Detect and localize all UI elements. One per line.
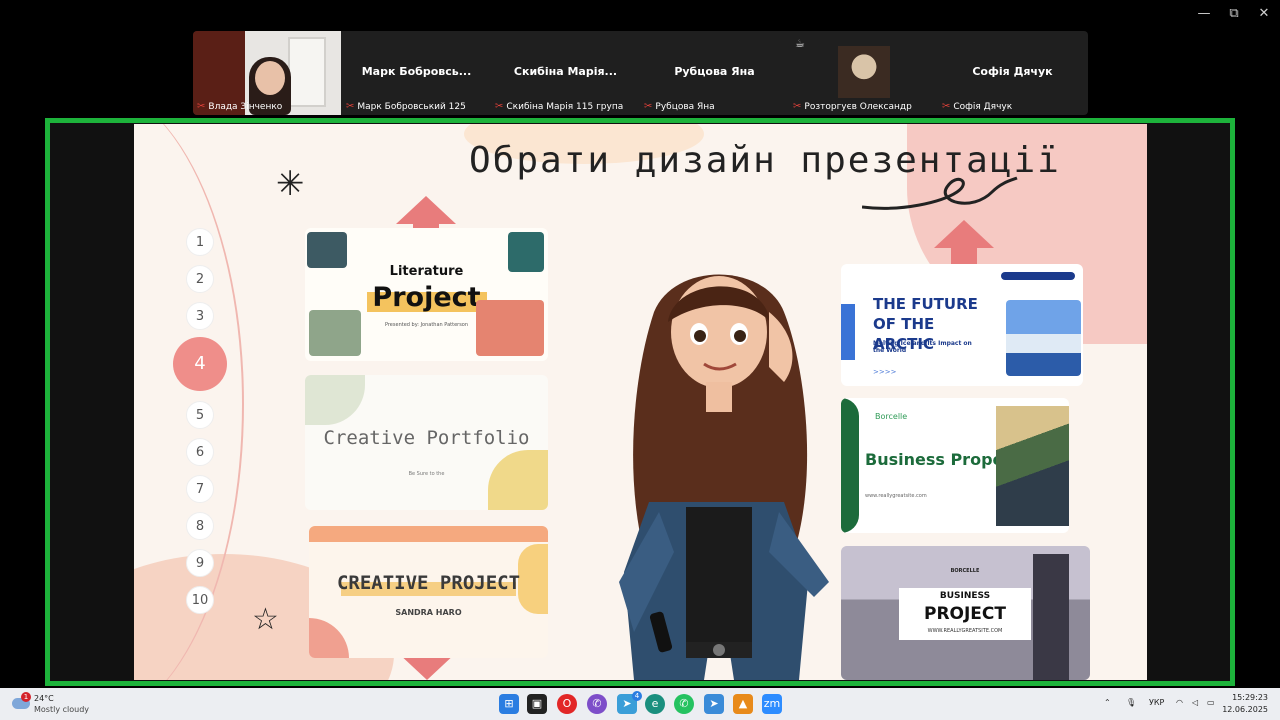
slide-number[interactable]: 5 — [186, 401, 214, 429]
swirl-decoration — [862, 176, 1018, 210]
volume-icon[interactable]: ◁ — [1192, 698, 1198, 707]
slide-number-active[interactable]: 4 — [173, 337, 227, 391]
mic-muted-icon: ✂ — [346, 101, 355, 112]
participant-label: ✂ Скибіна Марія 115 група — [495, 101, 624, 112]
weather-temp: 24°C — [34, 694, 54, 703]
arctic-photo — [1006, 300, 1081, 376]
mic-muted-icon: ✂ — [495, 101, 504, 112]
participant-tile[interactable]: ✂ Влада Зінченко — [193, 31, 342, 115]
participant-tile[interactable]: Рубцова Яна ✂ Рубцова Яна — [640, 31, 789, 115]
card-title: PROJECT — [923, 604, 1006, 624]
microphone-icon[interactable]: 🎙 — [1126, 698, 1136, 707]
whatsapp-icon[interactable]: ✆ — [674, 694, 694, 714]
screen: — ⧉ ✕ ✂ Влада Зінченко Марк Бобровсь... ✂… — [0, 0, 1280, 720]
slide-number[interactable]: 9 — [186, 549, 214, 577]
zoom-icon[interactable]: zm — [762, 694, 782, 714]
open-book-icon — [476, 300, 544, 356]
card-subtitle: WWW.REALLYGREATSITE.COM — [927, 628, 1003, 634]
mic-muted-icon: ✂ — [942, 101, 951, 112]
presentation-slide: Обрати дизайн презентації ✳ ☆ 1 2 3 4 5 … — [134, 124, 1147, 680]
books-icon — [508, 232, 544, 272]
card-subtitle: www.reallygreatsite.com — [865, 493, 927, 499]
maximize-button[interactable]: ⧉ — [1219, 6, 1249, 21]
weather-widget[interactable]: 1 24°C Mostly cloudy — [12, 692, 122, 716]
participant-name: Марк Бобровсь... — [361, 65, 472, 78]
task-view-icon[interactable]: ▣ — [527, 694, 547, 714]
mic-muted-icon: ✂ — [793, 101, 802, 112]
windows-taskbar: 1 24°C Mostly cloudy ⊞ ▣ O ✆ ➤ 4 e ✆ ➤ ▲… — [0, 688, 1280, 720]
creative-portfolio-template[interactable]: Creative Portfolio Be Sure to the — [305, 375, 548, 510]
card-subtitle: Melting Ice and Its Impact on the World — [873, 340, 972, 354]
telegram-desktop-icon[interactable]: ➤ — [704, 694, 724, 714]
participant-label: ✂ Софія Дячук — [942, 101, 1013, 112]
battery-icon[interactable]: ▭ — [1207, 698, 1215, 707]
mic-muted-icon: ✂ — [644, 101, 653, 112]
opera-icon[interactable]: O — [557, 694, 577, 714]
viber-icon[interactable]: ✆ — [587, 694, 607, 714]
literature-project-template[interactable]: Literature Project Presented by: Jonatha… — [305, 228, 548, 361]
participant-label: ✂ Розторгуєв Олександр — [793, 101, 912, 112]
slide-number[interactable]: 7 — [186, 475, 214, 503]
business-proposal-template[interactable]: Borcelle Business Proposal www.reallygre… — [841, 398, 1069, 533]
card-logo: Borcelle — [875, 412, 908, 421]
clock-time: 15:29:23 — [1232, 693, 1268, 702]
chevron-up-icon[interactable]: ⌃ — [1104, 698, 1111, 707]
card-subtitle: Be Sure to the — [408, 471, 445, 477]
telegram-badge: 4 — [632, 691, 642, 701]
participants-strip: ✂ Влада Зінченко Марк Бобровсь... ✂ Марк Б… — [193, 31, 1088, 115]
weather-desc: Mostly cloudy — [34, 705, 89, 714]
app-icon[interactable]: ▲ — [733, 694, 753, 714]
card-title: Creative Portfolio — [323, 427, 530, 449]
star-decoration: ☆ — [252, 602, 279, 637]
edge-icon[interactable]: e — [645, 694, 665, 714]
arrow-up-icon — [396, 196, 456, 224]
books-icon — [307, 232, 347, 268]
card-subtitle: SANDRA HARO — [395, 608, 462, 617]
participant-tile[interactable]: Марк Бобровсь... ✂ Марк Бобровський 125 — [342, 31, 491, 115]
close-button[interactable]: ✕ — [1249, 6, 1279, 21]
participant-tile[interactable]: Скибіна Марія... ✂ Скибіна Марія 115 груп… — [491, 31, 640, 115]
clock-date: 12.06.2025 — [1222, 705, 1268, 714]
system-clock[interactable]: 15:29:23 12.06.2025 — [1222, 692, 1268, 716]
slide-number[interactable]: 3 — [186, 302, 214, 330]
participant-label: ✂ Марк Бобровський 125 — [346, 101, 466, 112]
card-logo: BORCELLE — [950, 568, 980, 574]
language-indicator[interactable]: УКР — [1149, 698, 1164, 707]
slide-number[interactable]: 6 — [186, 438, 214, 466]
card-heading: BUSINESS — [939, 591, 991, 601]
notification-badge: 1 — [21, 692, 31, 702]
start-icon[interactable]: ⊞ — [499, 694, 519, 714]
participant-label: ✂ Рубцова Яна — [644, 101, 715, 112]
card-arrows: >>>> — [873, 368, 897, 376]
minimize-button[interactable]: — — [1189, 6, 1219, 21]
participant-name: Софія Дячук — [972, 65, 1053, 78]
asterisk-decoration: ✳ — [276, 164, 305, 204]
business-project-template[interactable]: BORCELLE BUSINESS PROJECT WWW.REALLYGREA… — [841, 546, 1090, 680]
slide-number[interactable]: 8 — [186, 512, 214, 540]
business-photo — [996, 406, 1069, 526]
participant-name: Рубцова Яна — [674, 65, 755, 78]
wifi-icon[interactable]: ◠ — [1176, 698, 1183, 707]
mic-muted-icon: ✂ — [197, 101, 206, 112]
slide-number[interactable]: 10 — [186, 586, 214, 614]
participant-name: Скибіна Марія... — [513, 65, 618, 78]
participant-tile[interactable]: ✂ Розторгуєв Олександр — [789, 31, 938, 115]
books-icon — [309, 310, 361, 356]
creative-project-template[interactable]: CREATIVE PROJECT SANDRA HARO — [309, 526, 548, 658]
cartoon-girl-illustration — [619, 274, 829, 680]
arrow-up-icon — [934, 220, 994, 248]
slide-number[interactable]: 2 — [186, 265, 214, 293]
slide-number[interactable]: 1 — [186, 228, 214, 256]
card-title: CREATIVE PROJECT — [336, 572, 521, 594]
participant-label: ✂ Влада Зінченко — [197, 101, 283, 112]
future-of-arctic-template[interactable]: THE FUTURE OF THE ARCTIC Melting Ice and… — [841, 264, 1083, 386]
participant-tile[interactable]: Софія Дячук ✂ Софія Дячук — [938, 31, 1087, 115]
